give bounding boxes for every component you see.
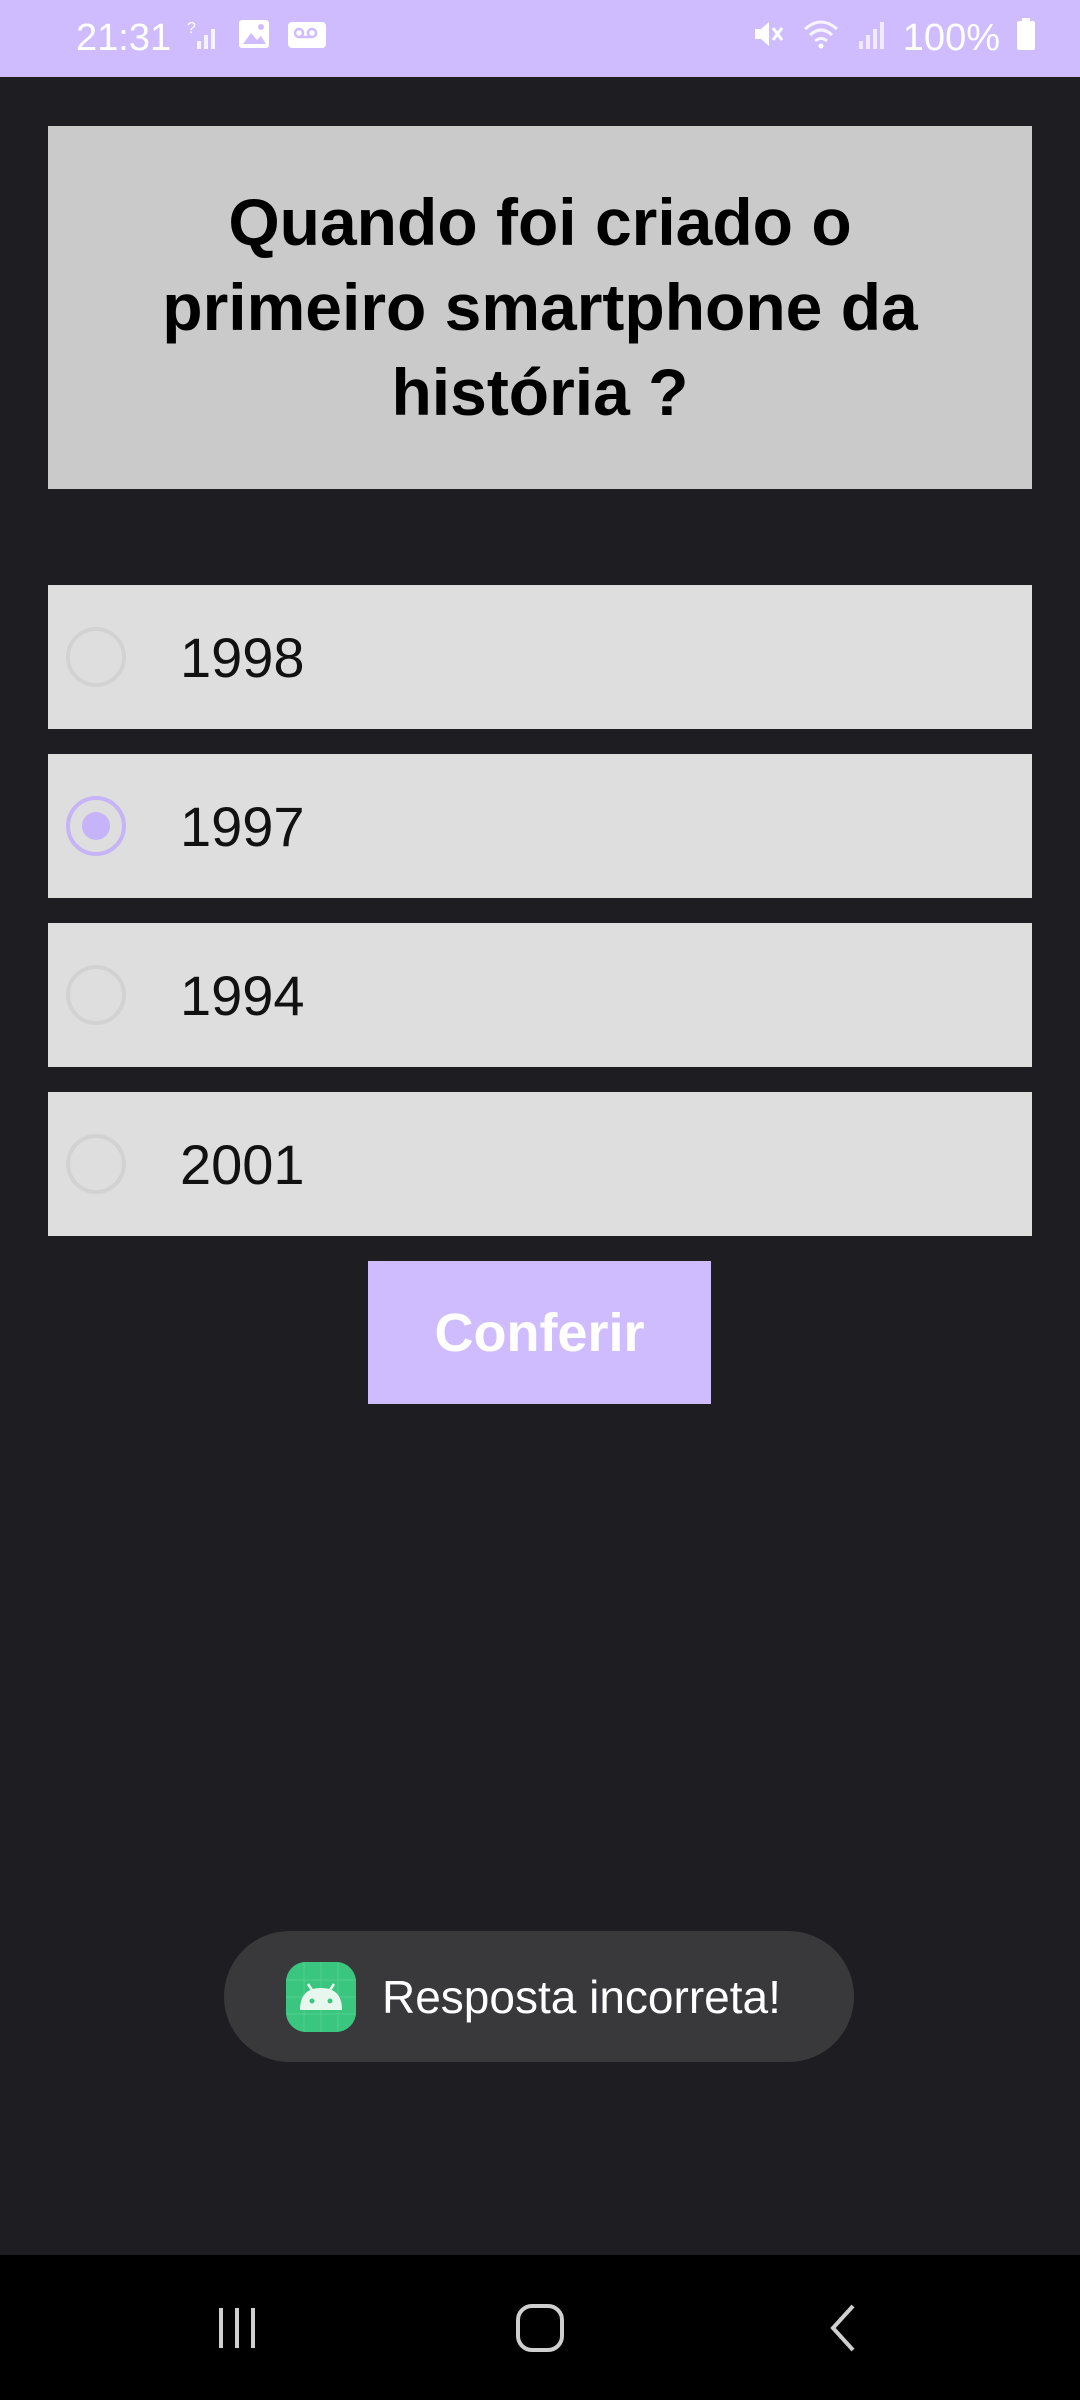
back-icon[interactable]: [763, 2255, 923, 2400]
status-bar-left: 21:31 ?: [76, 17, 327, 61]
navigation-bar: [0, 2255, 1080, 2400]
option-2001[interactable]: 2001: [48, 1092, 1032, 1236]
signal-icon: [857, 17, 887, 61]
status-bar: 21:31 ? 100%: [0, 0, 1080, 77]
radio-button-selected[interactable]: [66, 796, 126, 856]
toast-text: Resposta incorreta!: [382, 1970, 781, 2023]
gallery-icon: [237, 17, 271, 61]
recents-icon[interactable]: [157, 2255, 317, 2400]
question-text: Quando foi criado o primeiro smartphone …: [162, 185, 918, 429]
toast-message: Resposta incorreta!: [224, 1931, 854, 2062]
option-1998[interactable]: 1998: [48, 585, 1032, 729]
battery-percentage: 100%: [902, 17, 1000, 59]
question-card: Quando foi criado o primeiro smartphone …: [48, 126, 1032, 489]
wifi-icon: [801, 17, 841, 61]
mute-icon: [751, 17, 785, 61]
option-1994[interactable]: 1994: [48, 923, 1032, 1067]
radio-button[interactable]: [66, 1134, 126, 1194]
radio-button[interactable]: [66, 965, 126, 1025]
android-app-icon: [286, 1961, 356, 2032]
status-bar-right: 100%: [751, 17, 1036, 61]
clock: 21:31: [76, 17, 172, 59]
option-label: 1994: [180, 963, 305, 1027]
check-answer-button[interactable]: Conferir: [368, 1261, 711, 1404]
home-icon[interactable]: [460, 2255, 620, 2400]
voicemail-icon: [287, 17, 327, 61]
option-label: 1998: [180, 625, 305, 689]
option-label: 2001: [180, 1132, 305, 1196]
option-1997[interactable]: 1997: [48, 754, 1032, 898]
option-label: 1997: [180, 794, 305, 858]
no-sim-signal-icon: ?: [187, 17, 221, 61]
svg-text:?: ?: [187, 20, 196, 37]
radio-button[interactable]: [66, 627, 126, 687]
battery-icon: [1016, 17, 1036, 61]
